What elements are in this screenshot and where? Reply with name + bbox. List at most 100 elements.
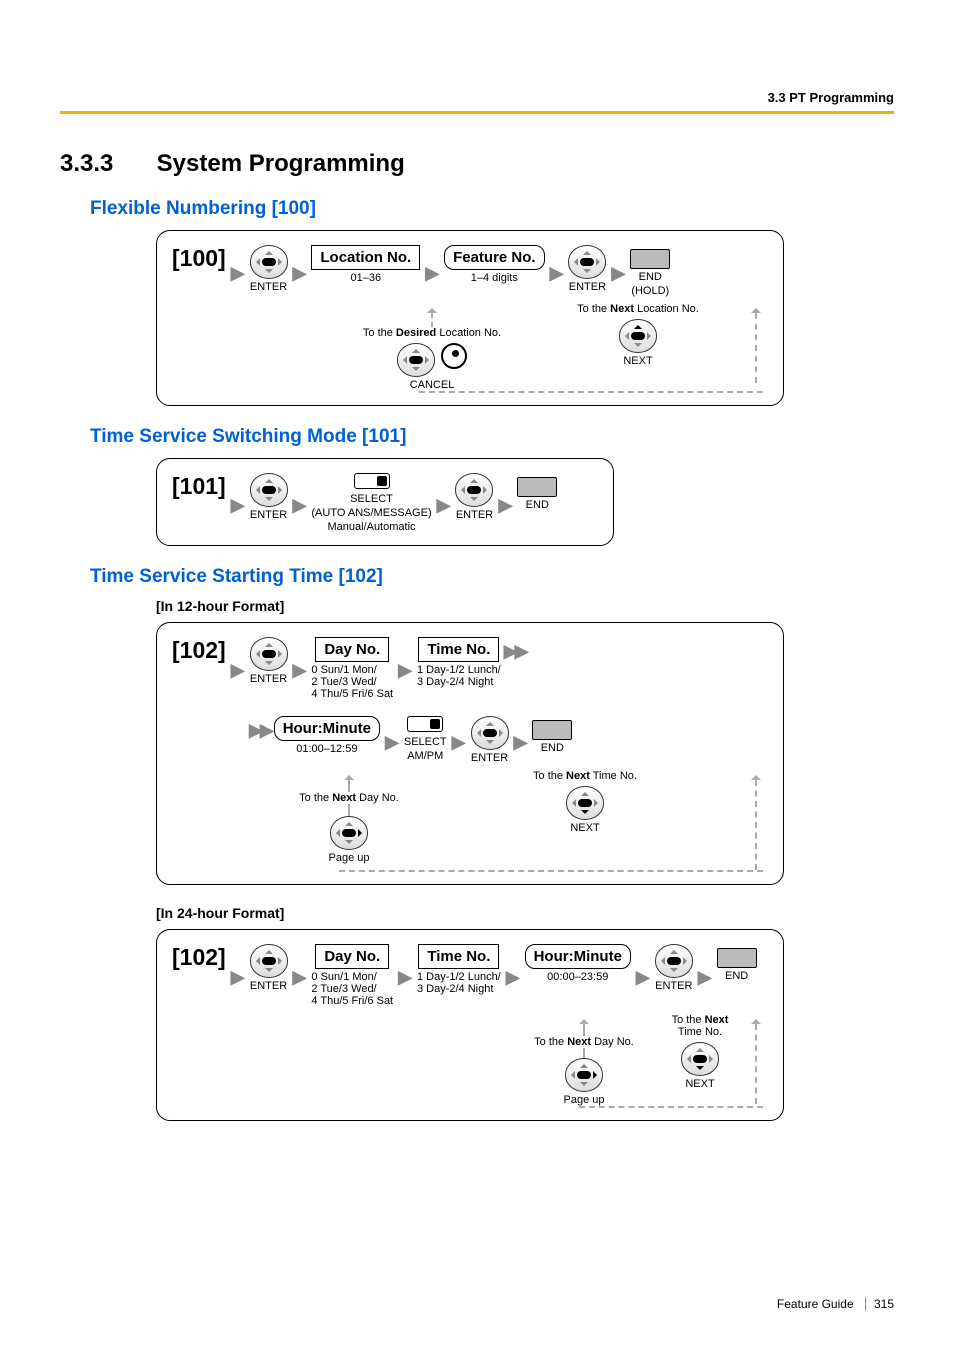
select-label: SELECT — [404, 736, 447, 748]
breadcrumb: 3.3 PT Programming — [768, 90, 894, 105]
arrow-icon: ▶ — [229, 967, 247, 988]
end-label: END — [725, 970, 748, 982]
dashed-return-line — [419, 391, 763, 393]
enter-label: ENTER — [250, 509, 287, 521]
next-nav-key-icon — [681, 1042, 719, 1076]
enter-key-icon — [568, 245, 606, 279]
connector-up-icon — [751, 1014, 761, 1024]
day-options: 0 Sun/1 Mon/2 Tue/3 Wed/4 Thu/5 Fri/6 Sa… — [311, 664, 393, 700]
next-label: NEXT — [429, 822, 741, 834]
enter-label: ENTER — [655, 980, 692, 992]
arrow-icon: ▶ — [512, 732, 530, 753]
hold-label: (HOLD) — [631, 285, 669, 297]
code-102b: [102] — [172, 944, 226, 971]
next-label: NEXT — [659, 1078, 741, 1090]
end-label: END — [639, 271, 662, 283]
heading-100[interactable]: Flexible Numbering [100] — [90, 198, 894, 220]
code-101: [101] — [172, 473, 226, 500]
arrow-icon: ▶ — [450, 732, 468, 753]
location-range: 01–36 — [351, 272, 382, 284]
arrow-icon: ▶ — [396, 660, 414, 681]
footer-guide: Feature Guide — [777, 1297, 854, 1311]
enter-label: ENTER — [250, 673, 287, 685]
location-no-box: Location No. — [311, 245, 420, 270]
end-button-icon — [517, 477, 557, 497]
end-button-icon — [532, 720, 572, 740]
enter-label: ENTER — [456, 509, 493, 521]
hour-minute-box: Hour:Minute — [274, 716, 380, 741]
pageup-nav-key-icon — [330, 816, 368, 850]
cancel-label: CANCEL — [329, 379, 535, 391]
pageup-label: Page up — [269, 852, 429, 864]
arrow-icon: ▶ — [496, 495, 514, 516]
format-24h-label: [In 24-hour Format] — [156, 905, 894, 921]
dashed-return-line — [339, 870, 763, 872]
time-no-box: Time No. — [418, 637, 499, 662]
arrow-icon: ▶ — [435, 495, 453, 516]
next-label: NEXT — [535, 355, 741, 367]
arrow-icon: ▶ — [291, 967, 309, 988]
enter-key-icon — [471, 716, 509, 750]
diagram-102-24h: [102] ▶ ENTER ▶ Day No. 0 Sun/1 Mon/2 Tu… — [156, 929, 784, 1120]
page-header: 3.3 PT Programming — [60, 90, 894, 114]
pageup-label: Page up — [509, 1094, 659, 1106]
time-options: 1 Day-1/2 Lunch/3 Day-2/4 Night — [417, 664, 501, 688]
arrow-icon: ▶ — [291, 495, 309, 516]
day-options: 0 Sun/1 Mon/2 Tue/3 Wed/4 Thu/5 Fri/6 Sa… — [311, 971, 393, 1007]
heading-102[interactable]: Time Service Starting Time [102] — [90, 566, 894, 588]
time-no-box: Time No. — [418, 944, 499, 969]
to-next-day-note: To the Next Day No. — [269, 792, 429, 804]
to-next-time-note: To the Next Time No. — [429, 770, 741, 782]
diagram-100: [100] ▶ ENTER ▶ Location No. 01–36 ▶ Fea… — [156, 230, 784, 406]
arrow-icon: ▶ — [634, 967, 652, 988]
footer-page: 315 — [874, 1297, 894, 1311]
enter-label: ENTER — [250, 980, 287, 992]
arrow-icon: ▶ — [291, 660, 309, 681]
feature-no-box: Feature No. — [444, 245, 545, 270]
day-no-box: Day No. — [315, 944, 389, 969]
next-nav-key-icon — [566, 786, 604, 820]
time-options: 1 Day-1/2 Lunch/3 Day-2/4 Night — [417, 971, 501, 995]
next-nav-key-icon — [619, 319, 657, 353]
select-button-icon — [407, 716, 443, 732]
select-label: SELECT — [350, 493, 393, 505]
enter-key-icon — [250, 473, 288, 507]
enter-label: ENTER — [569, 281, 606, 293]
nav-key-icon — [397, 343, 435, 377]
hour-range-12: 01:00–12:59 — [296, 743, 357, 755]
section-number: 3.3.3 — [60, 150, 150, 178]
enter-key-icon — [250, 944, 288, 978]
connector-up-icon — [579, 1014, 589, 1024]
enter-key-icon — [250, 637, 288, 671]
day-no-box: Day No. — [315, 637, 389, 662]
hour-range-24: 00:00–23:59 — [547, 971, 608, 983]
connector-up-icon — [427, 303, 437, 313]
enter-key-icon — [250, 245, 288, 279]
select-options: Manual/Automatic — [327, 521, 415, 533]
end-button-icon — [717, 948, 757, 968]
end-label: END — [541, 742, 564, 754]
dashed-return-line — [579, 1106, 763, 1108]
code-102: [102] — [172, 637, 226, 664]
end-hold-button-icon — [630, 249, 670, 269]
enter-key-icon — [655, 944, 693, 978]
enter-label: ENTER — [250, 281, 287, 293]
arrow-icon: ▶ — [229, 495, 247, 516]
arrow-icon: ▶ — [396, 967, 414, 988]
page-footer: Feature Guide 315 — [777, 1297, 894, 1311]
format-12h-label: [In 12-hour Format] — [156, 598, 894, 614]
arrow-icon: ▶ — [291, 263, 309, 284]
enter-key-icon — [455, 473, 493, 507]
heading-101[interactable]: Time Service Switching Mode [101] — [90, 426, 894, 448]
select-sub-label: (AUTO ANS/MESSAGE) — [311, 507, 431, 519]
connector-up-icon — [344, 770, 354, 780]
code-100: [100] — [172, 245, 226, 272]
select-button-icon — [354, 473, 390, 489]
arrow-icon: ▶ — [696, 967, 714, 988]
section-heading: 3.3.3 System Programming — [60, 150, 894, 178]
ampm-label: AM/PM — [407, 750, 443, 762]
arrow-icon: ▶ — [548, 263, 566, 284]
enter-label: ENTER — [471, 752, 508, 764]
to-desired-location-note: To the Desired Location No. — [329, 327, 535, 339]
double-arrow-icon: ▶▶ — [249, 720, 271, 741]
